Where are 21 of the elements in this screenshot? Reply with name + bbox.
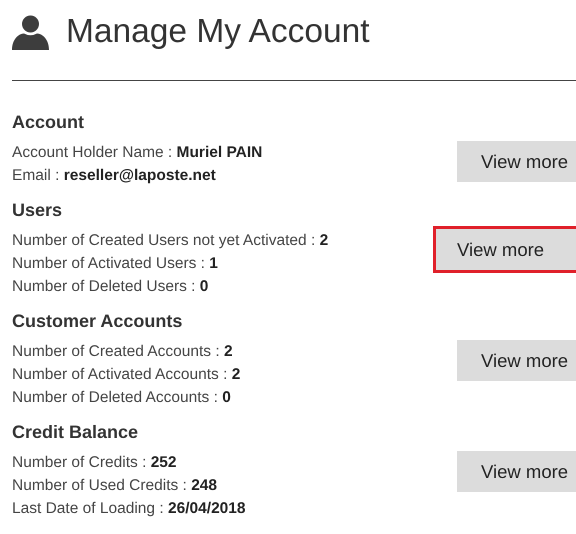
info-row-text: Account Holder Name : Muriel PAIN (12, 143, 262, 163)
info-row-text: Number of Deleted Users : 0 (12, 277, 210, 297)
page-title: Manage My Account (66, 13, 370, 51)
info-row-text: Email : reseller@laposte.net (12, 166, 217, 186)
info-row-text: Number of Deleted Accounts : 0 (12, 388, 232, 408)
view-more-button[interactable]: View more (457, 451, 576, 492)
info-row-text: Number of Activated Accounts : 2 (12, 365, 240, 385)
section-heading: Account (12, 111, 85, 133)
section-heading: Users (12, 199, 64, 221)
info-row-text: Last Date of Loading : 26/04/2018 (12, 499, 246, 519)
info-row-text: Number of Activated Users : 1 (12, 254, 219, 274)
info-row-text: Number of Credits : 252 (12, 453, 178, 473)
info-row-text: Number of Created Accounts : 2 (12, 342, 234, 362)
section-heading: Customer Accounts (12, 310, 184, 332)
section-heading: Credit Balance (12, 421, 140, 443)
view-more-button[interactable]: View more (457, 141, 576, 182)
view-more-button[interactable]: View more (457, 340, 576, 381)
info-row-text: Number of Created Users not yet Activated : 2 (12, 231, 328, 251)
info-row-text: Number of Used Credits : 248 (12, 476, 218, 496)
user-icon (12, 14, 49, 50)
view-more-button[interactable]: View more (433, 226, 576, 273)
